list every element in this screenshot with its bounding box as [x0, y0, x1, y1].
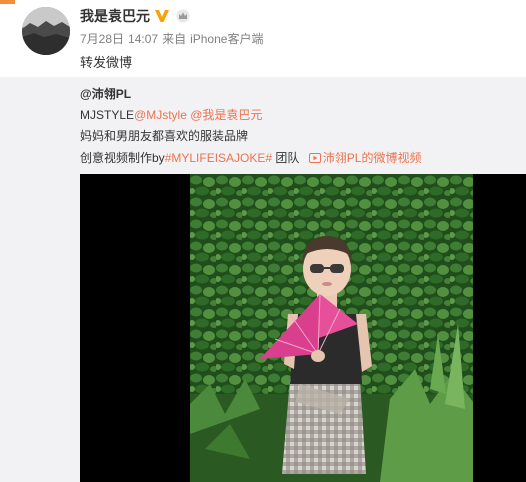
crown-icon[interactable]	[176, 9, 190, 23]
video-link[interactable]: 沛翎PL的微博视频	[308, 151, 422, 165]
credit-prefix: 创意视频制作by	[80, 151, 165, 165]
brand-text: MJSTYLE	[80, 108, 135, 122]
mention-mjstyle[interactable]: @MJstyle	[134, 108, 187, 122]
repost-author[interactable]: @沛翎PL	[80, 85, 131, 102]
post-meta: 7月28日 14:07 来自 iPhone客户端	[80, 30, 263, 47]
mention-user[interactable]: @我是袁巴元	[190, 108, 262, 122]
repost-line-2: 妈妈和男朋友都喜欢的服装品牌	[80, 129, 249, 143]
repost-line-1: MJSTYLE@MJstyle @我是袁巴元	[80, 106, 262, 123]
post-date[interactable]: 7月28日	[80, 32, 124, 46]
avatar[interactable]	[22, 7, 70, 55]
source-prefix: 来自	[162, 32, 187, 46]
video-icon	[308, 153, 321, 163]
post-header: 我是袁巴元	[80, 6, 190, 26]
hashtag-link[interactable]: #MYLIFEISAJOKE#	[165, 151, 272, 165]
avatar-image	[22, 7, 70, 55]
username[interactable]: 我是袁巴元	[80, 6, 150, 26]
video-frame	[190, 174, 473, 482]
repost-container: @沛翎PL MJSTYLE@MJstyle @我是袁巴元 妈妈和男朋友都喜欢的服…	[0, 77, 526, 482]
video-link-label: 沛翎PL的微博视频	[322, 151, 422, 165]
team-text: 团队	[275, 151, 300, 165]
video-player[interactable]	[80, 174, 526, 482]
top-accent-strip	[0, 0, 15, 4]
repost-line-3: 创意视频制作by#MYLIFEISAJOKE# 团队 沛翎PL的微博视频	[80, 149, 421, 166]
post-source[interactable]: iPhone客户端	[190, 32, 263, 46]
post-text: 转发微博	[80, 55, 133, 70]
post-time[interactable]: 14:07	[128, 32, 158, 46]
video-still-image	[190, 174, 473, 482]
verified-v-icon[interactable]	[154, 9, 170, 23]
